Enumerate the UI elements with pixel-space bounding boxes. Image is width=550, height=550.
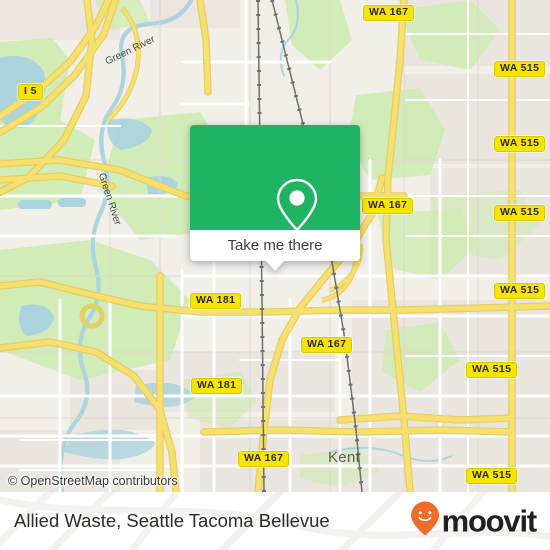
highway-shield[interactable]: I 5 — [18, 84, 43, 100]
take-me-there-label: Take me there — [227, 237, 323, 254]
city-label-kent: Kent — [328, 449, 361, 466]
card-pointer-tail — [265, 260, 285, 271]
highway-shield[interactable]: WA 167 — [301, 337, 353, 353]
card-image-area — [190, 125, 360, 232]
highway-shield[interactable]: WA 515 — [494, 205, 546, 221]
highway-shield[interactable]: WA 181 — [190, 293, 242, 309]
place-title: Allied Waste, Seattle Tacoma Bellevue — [14, 510, 330, 531]
moovit-brand[interactable]: moovit — [410, 501, 538, 542]
highway-shield[interactable]: WA 515 — [494, 61, 546, 77]
map-screenshot: Green River Green River Kent I 5 WA 167 … — [0, 0, 550, 550]
highway-shield[interactable]: WA 515 — [494, 136, 546, 152]
highway-shield[interactable]: WA 515 — [466, 362, 518, 378]
footer-bar: Allied Waste, Seattle Tacoma Bellevue mo… — [0, 492, 550, 550]
card-action-bar[interactable]: Take me there — [190, 230, 360, 261]
map-attribution[interactable]: © OpenStreetMap contributors — [8, 474, 178, 488]
highway-shield[interactable]: WA 515 — [494, 283, 546, 299]
highway-shield[interactable]: WA 515 — [466, 468, 518, 484]
moovit-wordmark: moovit — [441, 503, 538, 539]
highway-shield[interactable]: WA 167 — [362, 198, 414, 214]
location-popup-card[interactable]: Take me there — [190, 125, 360, 271]
highway-shield[interactable]: WA 167 — [363, 5, 415, 21]
highway-shield[interactable]: WA 167 — [238, 451, 290, 467]
highway-shield[interactable]: WA 181 — [191, 378, 243, 394]
moovit-pin-smiley-icon — [410, 501, 440, 542]
map-canvas[interactable]: Green River Green River Kent I 5 WA 167 … — [0, 0, 550, 492]
